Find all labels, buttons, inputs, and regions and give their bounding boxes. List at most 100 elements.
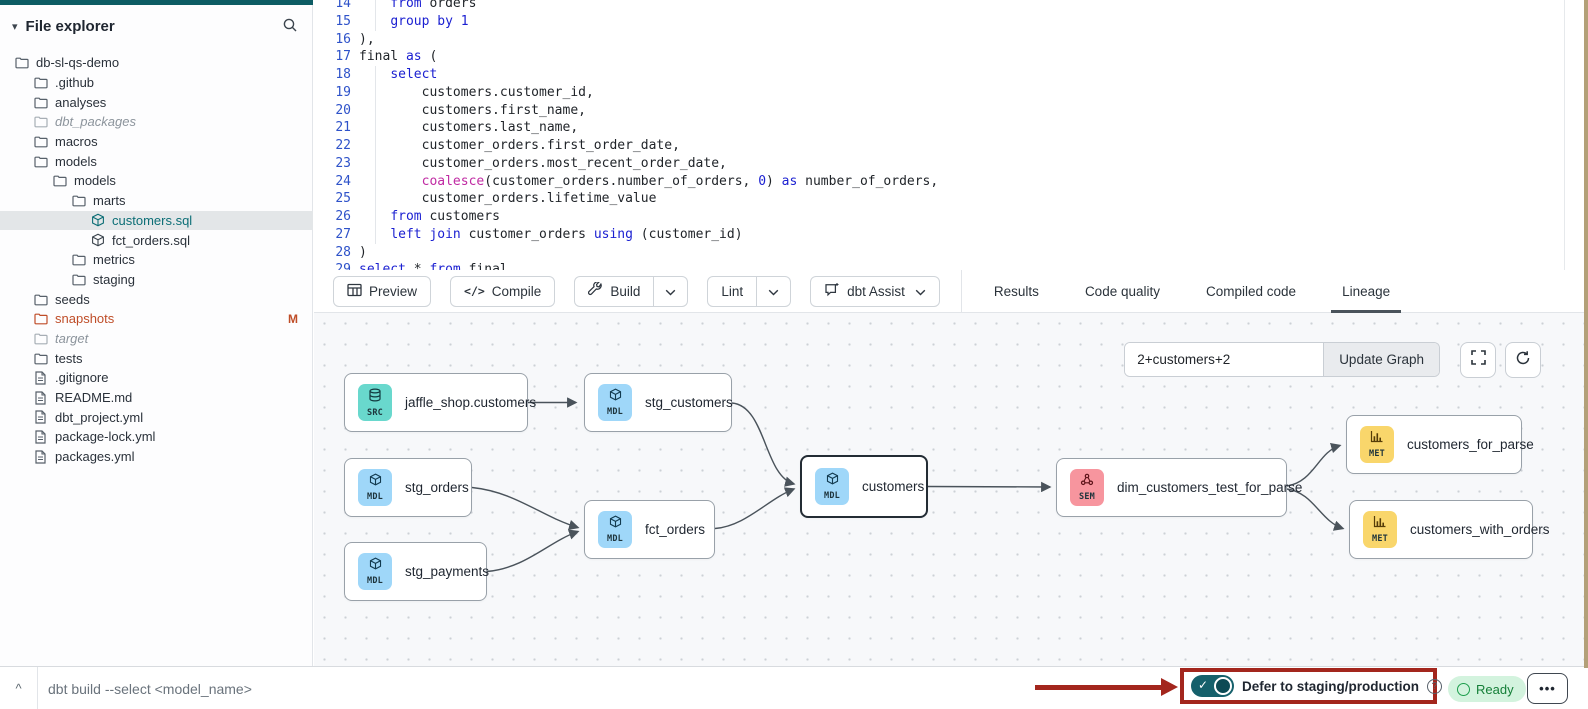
editor-scrollbar-track[interactable]: [1564, 0, 1565, 270]
tree-item-label: seeds: [55, 292, 90, 307]
tree-item-package-lock-yml[interactable]: package-lock.yml: [0, 427, 313, 447]
tree-item-dbt-packages[interactable]: dbt_packages: [0, 112, 313, 132]
tree-item-marts[interactable]: marts: [0, 191, 313, 211]
tree-item-models[interactable]: models: [0, 171, 313, 191]
met-badge: MET: [1360, 426, 1394, 463]
defer-toggle[interactable]: ✓: [1191, 675, 1234, 697]
compile-button[interactable]: </>Compile: [450, 276, 555, 307]
tree-item-analyses[interactable]: analyses: [0, 92, 313, 112]
file-tree: db-sl-qs-demo.github analyses dbt_packages…: [0, 53, 313, 466]
code-line: 20 customers.first_name,: [314, 102, 1588, 120]
tab-lineage[interactable]: Lineage: [1319, 270, 1413, 313]
lineage-node-customers[interactable]: MDLcustomers: [800, 455, 928, 518]
tree-item-packages-yml[interactable]: packages.yml: [0, 447, 313, 467]
lineage-selector-input[interactable]: [1125, 343, 1323, 376]
button-label: Build: [610, 284, 640, 299]
chevron-down-icon: [768, 284, 779, 299]
screen-edge: [1584, 0, 1588, 668]
lint-button[interactable]: Lint: [707, 276, 757, 307]
code-line: 16),: [314, 31, 1588, 49]
tree-item-target[interactable]: target: [0, 329, 313, 349]
lineage-node-dim-customers-test-for-parse[interactable]: SEMdim_customers_test_for_parse: [1056, 458, 1287, 517]
build-dropdown-button[interactable]: [654, 276, 688, 307]
help-icon[interactable]: ?: [1427, 679, 1442, 694]
tab-compiled-code[interactable]: Compiled code: [1183, 270, 1319, 313]
command-input[interactable]: [48, 667, 948, 709]
dbt-assist-button[interactable]: dbt Assist: [810, 276, 940, 307]
tree-item-fct-orders-sql[interactable]: fct_orders.sql: [0, 230, 313, 250]
cube-icon: [369, 473, 382, 491]
tree-item-readme-md[interactable]: README.md: [0, 388, 313, 408]
lineage-node-stg-orders[interactable]: MDLstg_orders: [344, 458, 472, 517]
search-icon[interactable]: [279, 14, 301, 36]
tree-item-label: tests: [55, 351, 82, 366]
preview-button[interactable]: Preview: [333, 276, 431, 307]
code-line: 23 customer_orders.most_recent_order_dat…: [314, 155, 1588, 173]
met-icon: [1373, 515, 1387, 533]
mdl-badge: MDL: [358, 553, 392, 590]
divider: [37, 667, 38, 709]
tab-results[interactable]: Results: [971, 270, 1062, 313]
tree-item-db-sl-qs-demo[interactable]: db-sl-qs-demo: [0, 53, 313, 73]
tree-item-metrics[interactable]: metrics: [0, 250, 313, 270]
fullscreen-button[interactable]: [1460, 342, 1496, 378]
file-icon: [33, 449, 48, 464]
line-number: 19: [314, 84, 351, 102]
tree-item-staging[interactable]: staging: [0, 270, 313, 290]
tree-item-dbt-project-yml[interactable]: dbt_project.yml: [0, 407, 313, 427]
more-options-button[interactable]: •••: [1527, 673, 1568, 704]
tree-item--gitignore[interactable]: .gitignore: [0, 368, 313, 388]
code-line: 24 coalesce(customer_orders.number_of_or…: [314, 173, 1588, 191]
tree-item-macros[interactable]: macros: [0, 132, 313, 152]
lineage-node-customers-for-parse[interactable]: METcustomers_for_parse: [1346, 415, 1522, 474]
tree-item-label: snapshots: [55, 311, 114, 326]
tree-item-label: package-lock.yml: [55, 429, 155, 444]
file-icon: [33, 429, 48, 444]
file-explorer-sidebar: ▾ File explorer db-sl-qs-demo.github anal…: [0, 0, 313, 666]
lint-dropdown-button[interactable]: [757, 276, 791, 307]
tree-item-seeds[interactable]: seeds: [0, 289, 313, 309]
tree-item-tests[interactable]: tests: [0, 348, 313, 368]
toolbar-divider: [961, 270, 962, 313]
compile-button-group: </>Compile: [450, 276, 555, 307]
lineage-node-stg-customers[interactable]: MDL stg_customers: [584, 373, 732, 432]
line-number: 15: [314, 13, 351, 31]
update-graph-button[interactable]: Update Graph: [1323, 343, 1439, 376]
lineage-node-fct-orders[interactable]: MDLfct_orders: [584, 500, 715, 559]
mdl-badge: MDL: [598, 384, 632, 421]
tree-item-snapshots[interactable]: snapshotsM: [0, 309, 313, 329]
tree-item-customers-sql[interactable]: customers.sql: [0, 211, 313, 231]
chevron-down-icon[interactable]: ▾: [12, 20, 18, 33]
dbt-cloud-ide: ▾ File explorer db-sl-qs-demo.github anal…: [0, 0, 1588, 709]
line-number: 25: [314, 190, 351, 208]
met-badge: MET: [1363, 511, 1397, 548]
expand-command-bar-icon[interactable]: ^: [0, 667, 37, 709]
lineage-node-customers-with-orders[interactable]: METcustomers_with_orders: [1349, 500, 1533, 559]
code-editor[interactable]: 14 from orders15 group by 116),17final a…: [314, 0, 1588, 270]
status-badge[interactable]: Ready: [1448, 676, 1526, 702]
node-label: customers_with_orders: [1410, 522, 1550, 537]
node-label: stg_customers: [645, 395, 733, 410]
line-number: 28: [314, 244, 351, 262]
cube-icon: [826, 472, 839, 490]
tree-item--github[interactable]: .github: [0, 73, 313, 93]
src-badge: SRC: [358, 384, 392, 421]
line-number: 23: [314, 155, 351, 173]
lineage-node-jaffle-shop-customers[interactable]: SRCjaffle_shop.customers: [344, 373, 528, 432]
ellipsis-icon: •••: [1539, 681, 1556, 696]
code-line: 21 customers.last_name,: [314, 119, 1588, 137]
tree-item-models[interactable]: models: [0, 151, 313, 171]
code-line: 27 left join customer_orders using (cust…: [314, 226, 1588, 244]
build-button[interactable]: Build: [574, 276, 654, 307]
met-icon: [1370, 430, 1384, 448]
refresh-button[interactable]: [1505, 342, 1541, 378]
tree-item-label: analyses: [55, 95, 106, 110]
tab-code-quality[interactable]: Code quality: [1062, 270, 1183, 313]
lineage-node-stg-payments[interactable]: MDLstg_payments: [344, 542, 487, 601]
file-icon: [33, 370, 48, 385]
code-line: 26 from customers: [314, 208, 1588, 226]
file-explorer-title: File explorer: [26, 18, 115, 35]
lineage-selector-group: Update Graph: [1124, 342, 1440, 377]
annotation-box: ✓ Defer to staging/production ?: [1180, 668, 1437, 704]
node-label: dim_customers_test_for_parse: [1117, 480, 1302, 495]
